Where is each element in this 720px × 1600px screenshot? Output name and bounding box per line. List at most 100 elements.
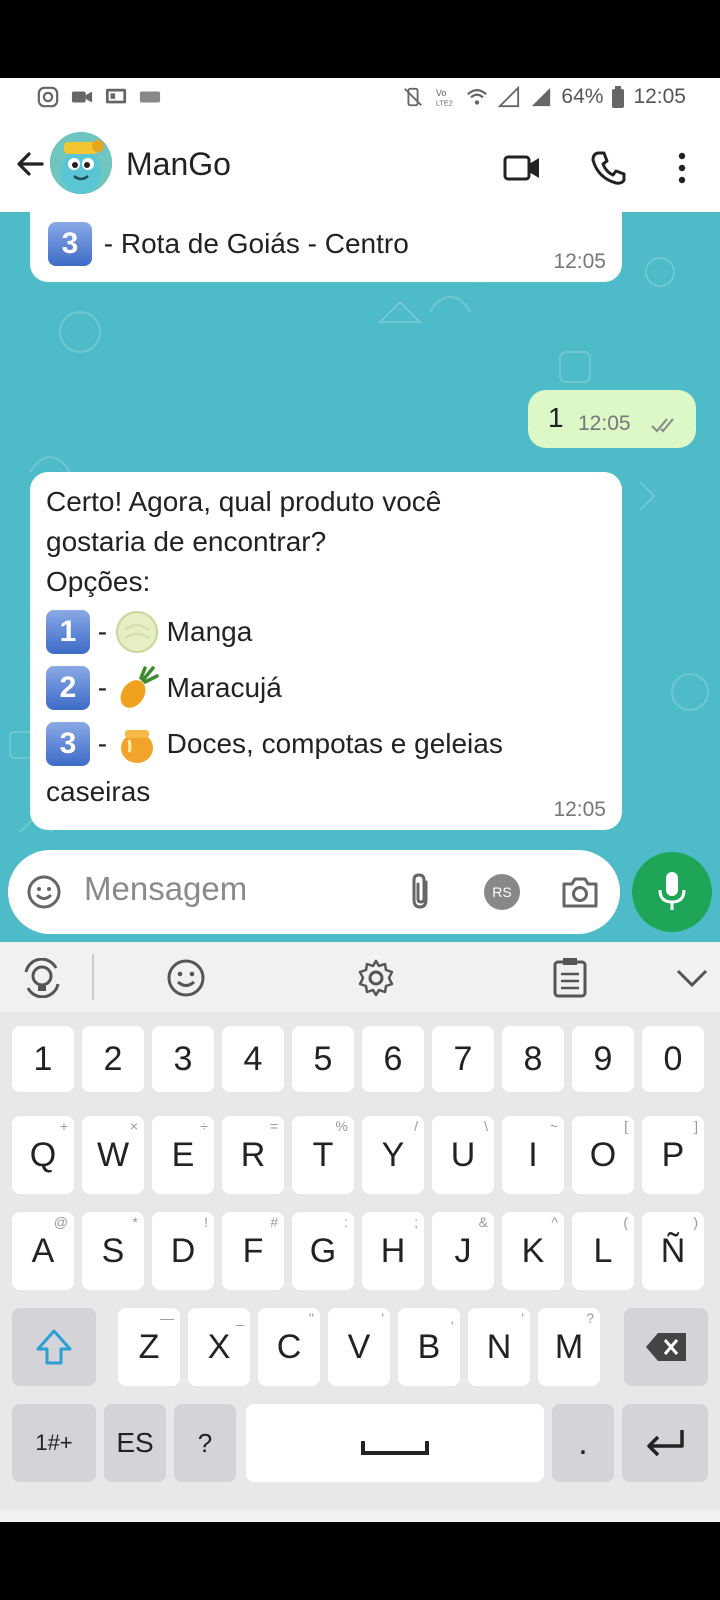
key-secondary-symbol: '	[381, 1310, 384, 1326]
key-letter[interactable]: " C	[258, 1308, 320, 1386]
smart-suggestions-icon[interactable]	[22, 958, 62, 998]
key-secondary-symbol: )	[693, 1214, 698, 1230]
key-letter[interactable]: [O	[572, 1116, 634, 1194]
key-secondary-symbol: !	[204, 1214, 208, 1230]
key-secondary-symbol: (	[623, 1214, 628, 1230]
key-letter[interactable]: ,B	[398, 1308, 460, 1386]
key-secondary-symbol: ×	[129, 1118, 138, 1134]
key-letter[interactable]: = R	[222, 1116, 284, 1194]
key-letter[interactable]: * S	[82, 1212, 144, 1290]
key-letter[interactable]: ~ I	[502, 1116, 564, 1194]
battery-icon	[612, 86, 625, 108]
option-dash: -	[97, 672, 108, 703]
key-secondary-symbol: "	[309, 1310, 314, 1326]
key-digit-2[interactable]: 3	[152, 1026, 214, 1092]
collapse-keyboard-chevron-icon[interactable]	[674, 964, 710, 992]
emoji-picker-icon[interactable]	[26, 874, 62, 910]
key-letter[interactable]: ? M	[538, 1308, 600, 1386]
key-secondary-symbol: [	[624, 1118, 628, 1134]
message-line: Opções:	[46, 566, 151, 597]
attachment-icon[interactable]	[406, 872, 436, 912]
key-letter[interactable]: % T	[292, 1116, 354, 1194]
voice-call-icon[interactable]	[588, 148, 628, 188]
symbols-key[interactable]: 1#+	[12, 1404, 96, 1482]
key-digit-9[interactable]: 0	[642, 1026, 704, 1092]
space-bar[interactable]	[246, 1404, 544, 1482]
key-letter[interactable]: — Z	[118, 1308, 180, 1386]
video-recorder-icon	[71, 91, 93, 103]
key-letter[interactable]: ÷ E	[152, 1116, 214, 1194]
back-arrow-icon[interactable]	[12, 146, 48, 182]
camera-icon[interactable]	[560, 872, 600, 912]
key-digit-7[interactable]: 8	[502, 1026, 564, 1092]
key-label: 9	[593, 1040, 613, 1078]
message-line: gostaria de encontrar?	[46, 526, 327, 557]
battery-percentage: 64%	[561, 85, 604, 108]
key-letter[interactable]: # F	[222, 1212, 284, 1290]
key-digit-6[interactable]: 7	[432, 1026, 494, 1092]
contact-avatar[interactable]	[50, 132, 112, 194]
message-timestamp: 12:05	[578, 412, 631, 435]
key-letter[interactable]: ; H	[362, 1212, 424, 1290]
message-bubble-outgoing[interactable]: 1 12:05	[528, 390, 696, 448]
option-row: 1 - Manga	[46, 602, 612, 658]
key-secondary-symbol: &	[478, 1214, 488, 1230]
keycap-digit: 1	[46, 610, 90, 654]
message-timestamp: 12:05	[553, 250, 606, 273]
key-letter[interactable]: ) Ñ	[642, 1212, 704, 1290]
video-call-icon[interactable]	[502, 148, 542, 188]
key-digit-8[interactable]: 9	[572, 1026, 634, 1092]
option-label: Maracujá	[166, 672, 282, 703]
question-mark-key[interactable]: ?	[174, 1404, 236, 1482]
shift-key[interactable]	[12, 1308, 96, 1386]
key-label: 1#+	[35, 1430, 73, 1455]
key-letter[interactable]: (L	[572, 1212, 634, 1290]
backspace-key[interactable]	[624, 1308, 708, 1386]
screen-cast-icon	[105, 88, 127, 104]
toolbar-divider	[92, 954, 94, 1000]
key-letter[interactable]: / Y	[362, 1116, 424, 1194]
message-input[interactable]: Mensagem	[84, 870, 247, 908]
key-letter[interactable]: & J	[432, 1212, 494, 1290]
key-secondary-symbol: +	[59, 1118, 68, 1134]
key-letter[interactable]: ' N	[468, 1308, 530, 1386]
key-label: 0	[663, 1040, 683, 1078]
key-digit-3[interactable]: 4	[222, 1026, 284, 1092]
key-letter[interactable]: ! D	[152, 1212, 214, 1290]
key-letter[interactable]: ] P	[642, 1116, 704, 1194]
emoji-keyboard-icon[interactable]	[166, 958, 206, 998]
key-letter[interactable]: × W	[82, 1116, 144, 1194]
chat-area[interactable]: 3 - Rota de Goiás - Centro 12:05 1 12:05…	[0, 212, 720, 942]
message-bubble-incoming[interactable]: Certo! Agora, qual produto você gostaria…	[30, 472, 622, 830]
key-letter[interactable]: + Q	[12, 1116, 74, 1194]
key-digit-5[interactable]: 6	[362, 1026, 424, 1092]
clipboard-icon[interactable]	[550, 956, 590, 998]
key-label: 6	[383, 1040, 403, 1078]
key-secondary-symbol: =	[269, 1118, 278, 1134]
chat-header: ManGo	[0, 120, 720, 212]
language-key[interactable]: ES	[104, 1404, 166, 1482]
key-letter[interactable]: ' V	[328, 1308, 390, 1386]
key-letter[interactable]: :G	[292, 1212, 354, 1290]
message-text: 1	[548, 402, 564, 433]
key-letter[interactable]: _ X	[188, 1308, 250, 1386]
key-secondary-symbol: \	[484, 1118, 488, 1134]
enter-key[interactable]	[622, 1404, 708, 1482]
message-line: caseiras	[46, 776, 151, 807]
key-letter[interactable]: @ A	[12, 1212, 74, 1290]
settings-gear-icon[interactable]	[356, 958, 396, 998]
bottom-letterbox	[0, 1522, 720, 1600]
option-row: 3 - Doces, compotas e geleias	[46, 714, 612, 770]
key-letter[interactable]: ^ K	[502, 1212, 564, 1290]
rs-payment-icon[interactable]: RS	[484, 874, 520, 910]
contact-name[interactable]: ManGo	[126, 146, 231, 183]
key-digit-0[interactable]: 1	[12, 1026, 74, 1092]
message-bubble-incoming-partial[interactable]: 3 - Rota de Goiás - Centro 12:05	[30, 212, 622, 282]
voice-message-button[interactable]	[632, 852, 712, 932]
key-letter[interactable]: \ U	[432, 1116, 494, 1194]
key-digit-4[interactable]: 5	[292, 1026, 354, 1092]
key-digit-1[interactable]: 2	[82, 1026, 144, 1092]
period-key[interactable]: .	[552, 1404, 614, 1482]
vibrate-mute-icon	[404, 87, 423, 107]
more-options-icon[interactable]	[662, 148, 702, 188]
